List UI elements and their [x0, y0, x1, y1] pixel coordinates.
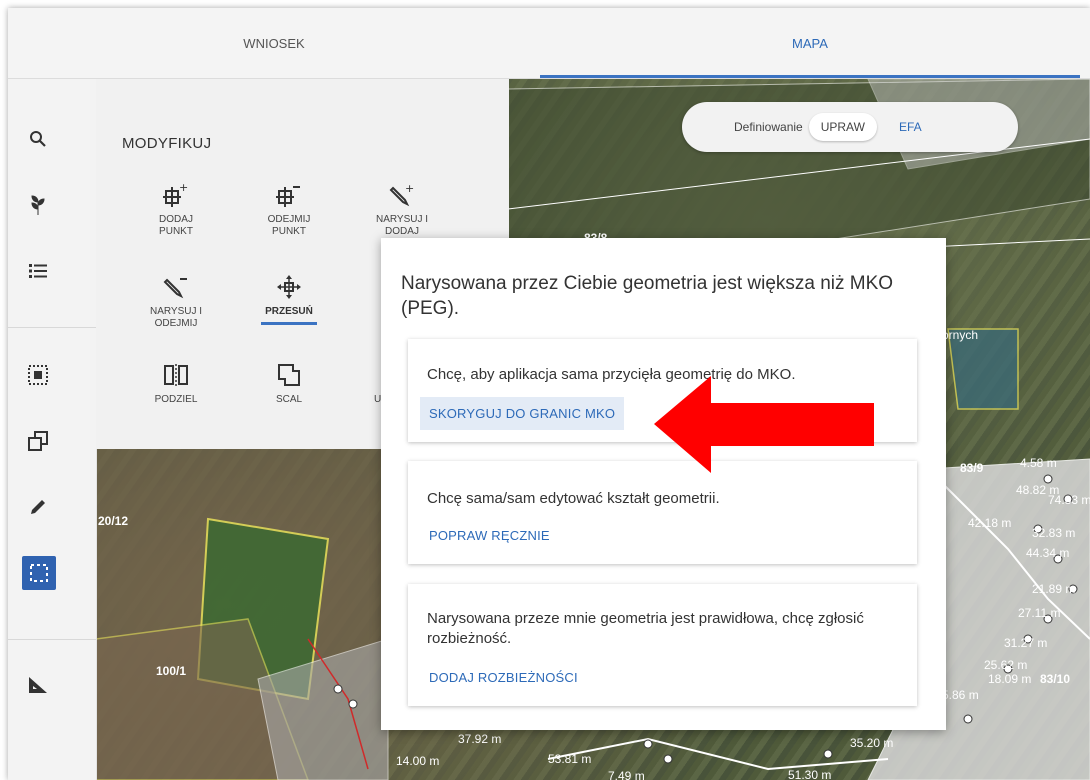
left-toolbar: [8, 79, 97, 780]
map-label: 42.18 m: [968, 516, 1011, 530]
tool-label: PRZESUŃ: [265, 306, 313, 317]
option-card-auto-trim: Chcę, aby aplikacja sama przycięła geome…: [408, 339, 917, 442]
search-icon: [30, 131, 46, 147]
pencil-minus-icon: [163, 278, 187, 299]
definiowanie-toggle: Definiowanie UPRAW EFA: [682, 102, 1018, 152]
move-icon: [277, 275, 301, 299]
tool-draw-add[interactable]: + NARYSUJ I DODAJ: [357, 174, 447, 238]
app-window: 83/8 ornych 83/9 4.58 m 48.82 m 74.33 m …: [8, 8, 1090, 780]
split-icon: [164, 364, 188, 386]
map-label: 51.30 m: [788, 768, 831, 780]
map-label: 74.33 m: [1048, 493, 1090, 507]
option-text: Chcę, aby aplikacja sama przycięła geome…: [427, 366, 796, 383]
map-label: 32.83 m: [1032, 526, 1075, 540]
tool-label: PODZIEL: [154, 394, 198, 405]
crops-button[interactable]: [22, 189, 54, 221]
tool-merge[interactable]: SCAL: [244, 354, 334, 406]
map-label: 27.11 m: [1018, 606, 1060, 620]
tool-move[interactable]: PRZESUŃ: [244, 266, 334, 325]
map-label: 31.27 m: [1004, 636, 1047, 650]
tool-add-point[interactable]: + DODAJ PUNKT: [131, 174, 221, 238]
tool-label: ODEJMIJ PUNKT: [267, 214, 311, 237]
map-label: 5.86 m: [942, 688, 979, 702]
edit-shape-icon: [30, 564, 48, 582]
active-tool-underline: [261, 322, 317, 325]
map-label: 83/9: [960, 461, 984, 475]
merge-icon: [278, 364, 300, 386]
option-card-report: Narysowana przeze mnie geometria jest pr…: [408, 584, 917, 706]
main-tabs: WNIOSEK MAPA: [8, 8, 1090, 79]
option-upraw[interactable]: UPRAW: [808, 113, 877, 141]
tab-wniosek[interactable]: WNIOSEK: [8, 8, 540, 78]
geometry-dialog: Narysowana przez Ciebie geometria jest w…: [381, 238, 946, 730]
map-label: 21.89 m: [1032, 582, 1075, 596]
tool-split[interactable]: PODZIEL: [131, 354, 221, 406]
dodaj-rozbieznosci-button[interactable]: DODAJ ROZBIEŻNOŚCI: [420, 661, 587, 694]
svg-text:+: +: [405, 182, 414, 195]
map-label: 53.81 m: [548, 752, 591, 766]
rail-divider: [8, 639, 96, 640]
tool-label: DODAJ PUNKT: [159, 214, 193, 237]
copy-button[interactable]: [22, 425, 54, 457]
map-label: 25.62 m: [984, 658, 1027, 672]
map-label: 35.20 m: [850, 736, 893, 750]
pencil-icon: [31, 500, 45, 514]
map-label: 100/1: [156, 664, 186, 678]
svg-text:+: +: [179, 182, 188, 194]
option-efa[interactable]: EFA: [887, 113, 934, 141]
map-label: 4.58 m: [1020, 456, 1057, 470]
map-label: 83/10: [1040, 672, 1070, 686]
copy-icon: [28, 431, 48, 451]
option-card-manual-edit: Chcę sama/sam edytować kształt geometrii…: [408, 461, 917, 564]
draw-button[interactable]: [22, 491, 54, 523]
option-text: Chcę sama/sam edytować kształt geometrii…: [427, 490, 720, 507]
dialog-title: Narysowana przez Ciebie geometria jest w…: [401, 273, 894, 319]
remove-point-icon: [276, 186, 300, 207]
add-point-icon: +: [163, 182, 188, 207]
map-label: 44.34 m: [1026, 546, 1069, 560]
option-text: Narysowana przeze mnie geometria jest pr…: [427, 610, 864, 647]
tool-draw-subtract[interactable]: NARYSUJ I ODEJMIJ: [131, 266, 221, 330]
map-label: ornych: [942, 328, 978, 342]
tool-label: NARYSUJ I DODAJ: [375, 214, 429, 237]
edit-shape-button[interactable]: [22, 556, 56, 590]
rail-divider: [8, 327, 96, 328]
popraw-recznie-button[interactable]: POPRAW RĘCZNIE: [420, 519, 559, 552]
tab-mapa[interactable]: MAPA: [540, 8, 1080, 78]
list-button[interactable]: [22, 255, 54, 287]
map-label: 7.49 m: [608, 769, 645, 780]
modify-title: MODYFIKUJ: [122, 135, 212, 152]
definiowanie-label: Definiowanie: [734, 120, 803, 134]
select-area-icon: [28, 365, 48, 385]
search-button[interactable]: [22, 123, 54, 155]
skoryguj-button[interactable]: SKORYGUJ DO GRANIC MKO: [420, 397, 625, 430]
pencil-plus-icon: +: [389, 182, 414, 207]
select-area-button[interactable]: [22, 359, 54, 391]
map-label: 37.92 m: [458, 732, 501, 746]
list-icon: [29, 264, 47, 278]
tool-label: NARYSUJ I ODEJMIJ: [149, 306, 203, 329]
ruler-triangle-icon: [29, 677, 47, 693]
map-label: 20/12: [98, 514, 128, 528]
map-label: 18.09 m: [988, 672, 1031, 686]
tool-remove-point[interactable]: ODEJMIJ PUNKT: [244, 174, 334, 238]
plant-icon: [31, 195, 45, 215]
tool-label: SCAL: [275, 394, 303, 405]
measure-button[interactable]: [22, 669, 54, 701]
map-label: 14.00 m: [396, 754, 439, 768]
